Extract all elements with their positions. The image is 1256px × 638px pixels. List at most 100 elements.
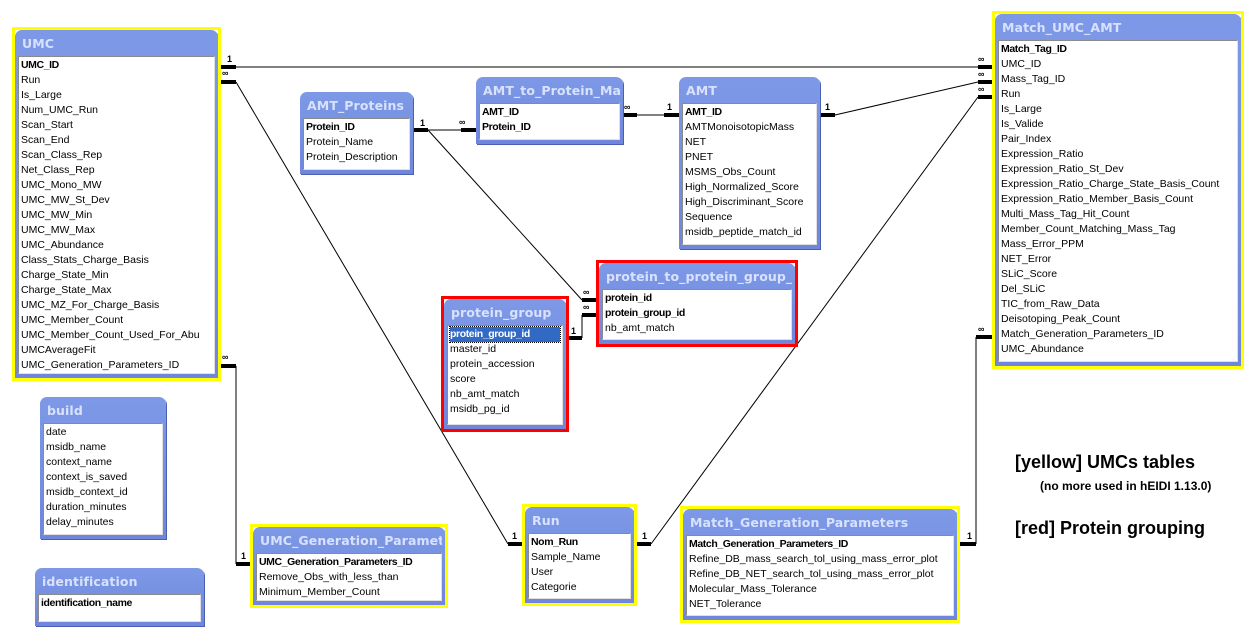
primary-key-field[interactable]: Match_Generation_Parameters_ID — [689, 537, 951, 552]
table-title[interactable]: UMC_Generation_Parameters — [256, 527, 442, 553]
primary-key-field[interactable]: Nom_Run — [531, 535, 628, 550]
field[interactable]: SLiC_Score — [1001, 267, 1235, 282]
field[interactable]: Expression_Ratio — [1001, 147, 1235, 162]
field[interactable]: Sequence — [685, 210, 814, 225]
field[interactable]: Remove_Obs_with_less_than — [259, 570, 439, 585]
table-umc-generation-parameters[interactable]: UMC_Generation_Parameters UMC_Generation_… — [250, 524, 448, 608]
field[interactable]: NET — [685, 135, 814, 150]
field[interactable]: UMC_MZ_For_Charge_Basis — [21, 298, 212, 313]
table-title[interactable]: Match_UMC_AMT — [998, 14, 1238, 40]
field[interactable]: Molecular_Mass_Tolerance — [689, 582, 951, 597]
field[interactable]: UMC_Abundance — [1001, 342, 1235, 357]
field-list[interactable]: identification_name — [38, 594, 201, 622]
primary-key-field[interactable]: Protein_ID — [482, 120, 617, 135]
field[interactable]: master_id — [450, 342, 560, 357]
field[interactable]: Scan_End — [21, 133, 212, 148]
table-protein-group[interactable]: protein_group protein_group_id master_id pr… — [441, 296, 569, 432]
field[interactable]: UMC_Mono_MW — [21, 178, 212, 193]
field[interactable]: Member_Count_Matching_Mass_Tag — [1001, 222, 1235, 237]
field[interactable]: UMC_Abundance — [21, 238, 212, 253]
table-amt[interactable]: AMT AMT_ID AMTMonoisotopicMass NET PNET MSMS_… — [679, 77, 820, 249]
field[interactable]: context_is_saved — [46, 470, 160, 485]
field[interactable]: Expression_Ratio_Member_Basis_Count — [1001, 192, 1235, 207]
primary-key-field[interactable]: protein_group_id — [605, 306, 789, 321]
table-title[interactable]: identification — [38, 568, 201, 594]
field[interactable]: Run — [21, 73, 212, 88]
field[interactable]: Sample_Name — [531, 550, 628, 565]
field[interactable]: duration_minutes — [46, 500, 160, 515]
field[interactable]: Scan_Class_Rep — [21, 148, 212, 163]
table-run[interactable]: Run Nom_Run Sample_Name User Categorie — [522, 504, 637, 606]
field[interactable]: Refine_DB_NET_search_tol_using_mass_erro… — [689, 567, 951, 582]
field-list[interactable]: UMC_ID Run Is_Large Num_UMC_Run Scan_Start Sc… — [18, 56, 215, 374]
field[interactable]: nb_amt_match — [450, 387, 560, 402]
field[interactable]: AMTMonoisotopicMass — [685, 120, 814, 135]
field[interactable]: PNET — [685, 150, 814, 165]
table-title[interactable]: UMC — [18, 30, 215, 56]
field[interactable]: Protein_Description — [306, 150, 407, 165]
field[interactable]: Expression_Ratio_St_Dev — [1001, 162, 1235, 177]
table-match-generation-parameters[interactable]: Match_Generation_Parameters Match_Generat… — [680, 506, 960, 623]
field[interactable]: UMCAverageFit — [21, 343, 212, 358]
field[interactable]: UMC_Member_Count — [21, 313, 212, 328]
field[interactable]: Refine_DB_mass_search_tol_using_mass_err… — [689, 552, 951, 567]
table-title[interactable]: protein_group — [447, 299, 563, 325]
field-list[interactable]: Nom_Run Sample_Name User Categorie — [528, 533, 631, 599]
field[interactable]: Class_Stats_Charge_Basis — [21, 253, 212, 268]
field[interactable]: UMC_MW_Max — [21, 223, 212, 238]
field[interactable]: msidb_name — [46, 440, 160, 455]
table-match-umc-amt[interactable]: Match_UMC_AMT Match_Tag_ID UMC_ID Mass_Tag_… — [992, 11, 1244, 369]
primary-key-field[interactable]: AMT_ID — [482, 105, 617, 120]
field[interactable]: Num_UMC_Run — [21, 103, 212, 118]
table-title[interactable]: Match_Generation_Parameters — [686, 509, 954, 535]
field[interactable]: Is_Large — [1001, 102, 1235, 117]
field[interactable]: Charge_State_Max — [21, 283, 212, 298]
table-title[interactable]: AMT_Proteins — [303, 92, 410, 118]
field-list[interactable]: date msidb_name context_name context_is_sav… — [43, 423, 163, 535]
primary-key-field[interactable]: UMC_Generation_Parameters_ID — [259, 555, 439, 570]
field[interactable]: High_Discriminant_Score — [685, 195, 814, 210]
primary-key-field[interactable]: UMC_ID — [21, 58, 212, 73]
primary-key-field[interactable]: Protein_ID — [306, 120, 407, 135]
field[interactable]: NET_Tolerance — [689, 597, 951, 612]
field[interactable]: UMC_ID — [1001, 57, 1235, 72]
table-build[interactable]: build date msidb_name context_name context_i… — [40, 397, 166, 539]
field[interactable]: UMC_MW_St_Dev — [21, 193, 212, 208]
field[interactable]: Multi_Mass_Tag_Hit_Count — [1001, 207, 1235, 222]
field[interactable]: Categorie — [531, 580, 628, 595]
rel-mgp-match[interactable] — [960, 335, 994, 546]
field[interactable]: Is_Valide — [1001, 117, 1235, 132]
field-list[interactable]: AMT_ID AMTMonoisotopicMass NET PNET MSMS_Obs… — [682, 103, 817, 245]
field[interactable]: protein_accession — [450, 357, 560, 372]
field[interactable]: User — [531, 565, 628, 580]
field[interactable]: MSMS_Obs_Count — [685, 165, 814, 180]
field[interactable]: NET_Error — [1001, 252, 1235, 267]
field[interactable]: Net_Class_Rep — [21, 163, 212, 178]
field-list[interactable]: protein_id protein_group_id nb_amt_match — [602, 289, 792, 340]
field[interactable]: Is_Large — [21, 88, 212, 103]
field-list[interactable]: Match_Tag_ID UMC_ID Mass_Tag_ID Run Is_Large… — [998, 40, 1238, 362]
table-amt-to-protein-map[interactable]: AMT_to_Protein_Map AMT_ID Protein_ID — [476, 77, 623, 144]
field[interactable]: High_Normalized_Score — [685, 180, 814, 195]
field-list[interactable]: Match_Generation_Parameters_ID Refine_DB_… — [686, 535, 954, 616]
field-list[interactable]: protein_group_id master_id protein_accessi… — [447, 325, 563, 425]
field[interactable]: score — [450, 372, 560, 387]
table-title[interactable]: AMT_to_Protein_Map — [479, 77, 620, 103]
field[interactable]: Protein_Name — [306, 135, 407, 150]
field[interactable]: TIC_from_Raw_Data — [1001, 297, 1235, 312]
field[interactable]: Pair_Index — [1001, 132, 1235, 147]
table-title[interactable]: AMT — [682, 77, 817, 103]
table-umc[interactable]: UMC UMC_ID Run Is_Large Num_UMC_Run Scan_Star… — [12, 27, 221, 381]
field[interactable]: UMC_MW_Min — [21, 208, 212, 223]
primary-key-field[interactable]: protein_group_id — [449, 326, 561, 343]
table-identification[interactable]: identification identification_name — [35, 568, 204, 626]
field[interactable]: UMC_Generation_Parameters_ID — [21, 358, 212, 373]
field[interactable]: context_name — [46, 455, 160, 470]
table-title[interactable]: protein_to_protein_group_... — [602, 263, 792, 289]
table-title[interactable]: build — [43, 397, 163, 423]
field[interactable]: delay_minutes — [46, 515, 160, 530]
field[interactable]: msidb_peptide_match_id — [685, 225, 814, 240]
field[interactable]: Deisotoping_Peak_Count — [1001, 312, 1235, 327]
field[interactable]: Charge_State_Min — [21, 268, 212, 283]
field[interactable]: nb_amt_match — [605, 321, 789, 336]
